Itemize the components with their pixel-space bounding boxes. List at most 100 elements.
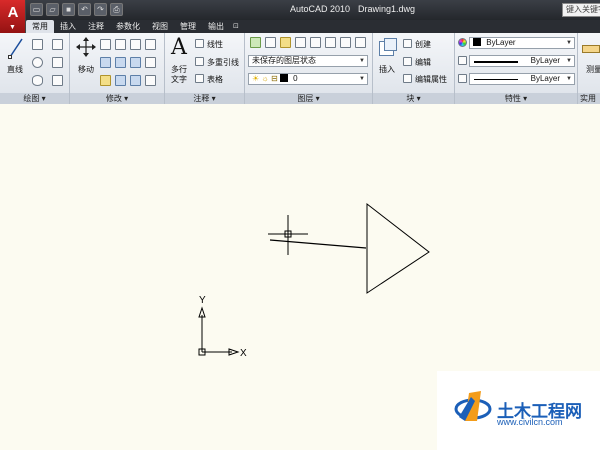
panel-properties: ByLayer ▼ ByLayer ▼ ByLayer ▼ 特性 ▾ <box>455 33 578 104</box>
chevron-down-icon: ▼ <box>359 76 365 82</box>
color-swatch <box>473 38 481 46</box>
layer-state-dropdown[interactable]: 未保存的图层状态 ▼ <box>248 55 368 67</box>
trim-icon[interactable] <box>145 57 156 68</box>
lineweight-dropdown[interactable]: ByLayer ▼ <box>469 55 575 67</box>
linetype-icon <box>458 74 467 83</box>
mtext-icon[interactable]: A <box>171 35 187 60</box>
app-title: AutoCAD 2010 <box>290 4 351 14</box>
polyline-icon[interactable] <box>32 39 43 50</box>
scale-icon[interactable] <box>115 75 126 86</box>
chevron-down-icon: ▼ <box>566 76 572 82</box>
circle-icon[interactable] <box>32 57 43 68</box>
linetype-value: ByLayer <box>530 74 560 83</box>
hatch-icon[interactable] <box>52 75 63 86</box>
layer-off-icon[interactable] <box>295 37 306 48</box>
linetype-preview <box>474 79 518 80</box>
color-value: ByLayer <box>486 38 516 47</box>
panel-title-properties[interactable]: 特性 ▾ <box>455 93 577 104</box>
color-dropdown[interactable]: ByLayer ▼ <box>469 37 575 49</box>
explode-icon[interactable] <box>130 75 141 86</box>
rectangle-icon[interactable] <box>52 57 63 68</box>
create-label[interactable]: 创建 <box>415 39 431 50</box>
watermark-logo-icon <box>454 391 492 421</box>
measure-icon[interactable] <box>582 41 600 57</box>
layer-previous-icon[interactable] <box>355 37 366 48</box>
undo-icon[interactable]: ↶ <box>78 3 91 16</box>
rotate-icon[interactable] <box>115 39 126 50</box>
copy-icon[interactable] <box>100 39 111 50</box>
move-label: 移动 <box>78 65 94 74</box>
edit-block-icon[interactable] <box>403 57 412 66</box>
tab-parametric[interactable]: 参数化 <box>110 20 146 33</box>
layer-dropdown[interactable]: ☀ ☼ ⊟ 0 ▼ <box>248 73 368 85</box>
autocad-logo-icon: A <box>7 4 19 21</box>
tab-manage[interactable]: 管理 <box>174 20 202 33</box>
panel-title-annotation[interactable]: 注释 ▾ <box>165 93 244 104</box>
create-block-icon[interactable] <box>403 39 412 48</box>
panel-utilities: 测量 实用工 <box>578 33 600 114</box>
panel-title-draw[interactable]: 绘图 ▾ <box>0 93 69 104</box>
chevron-down-icon: ▼ <box>566 40 572 46</box>
chevron-down-icon: ▼ <box>566 58 572 64</box>
chamfer-icon[interactable] <box>145 75 156 86</box>
line-entity[interactable] <box>269 239 367 249</box>
linear-dimension-icon[interactable] <box>195 39 204 48</box>
insert-block-icon[interactable] <box>378 37 398 59</box>
new-icon[interactable]: ▭ <box>30 3 43 16</box>
layer-match-icon[interactable] <box>340 37 351 48</box>
ribbon-minimize-icon[interactable]: ⊡ <box>233 20 249 33</box>
tab-annotate[interactable]: 注释 <box>82 20 110 33</box>
ellipse-icon[interactable] <box>32 75 43 86</box>
mirror-icon[interactable] <box>100 57 111 68</box>
panel-annotation: A 多行 文字 线性 多重引线 表格 注释 ▾ <box>165 33 245 104</box>
layer-state-icon[interactable] <box>265 37 276 48</box>
multileader-icon[interactable] <box>195 57 204 66</box>
arc-icon[interactable] <box>52 39 63 50</box>
triangle-entity[interactable] <box>366 202 430 294</box>
move-icon[interactable] <box>76 37 96 57</box>
layer-freeze-icon[interactable] <box>280 37 291 48</box>
plot-icon[interactable]: ⎙ <box>110 3 123 16</box>
table-icon[interactable] <box>195 74 204 83</box>
table-label[interactable]: 表格 <box>207 74 223 85</box>
lineweight-preview <box>474 61 518 63</box>
tab-view[interactable]: 视图 <box>146 20 174 33</box>
match-properties-icon[interactable] <box>458 38 467 47</box>
layer-isolate-icon[interactable] <box>310 37 321 48</box>
panel-title-modify[interactable]: 修改 ▾ <box>70 93 164 104</box>
quick-access-toolbar: ▭ ▱ ■ ↶ ↷ ⎙ <box>30 3 123 17</box>
watermark-url: www.civilcn.com <box>497 417 563 427</box>
stretch-icon[interactable] <box>130 57 141 68</box>
search-input[interactable]: 键入关键字或 <box>562 3 600 17</box>
offset-icon[interactable] <box>145 39 156 50</box>
fillet-icon[interactable] <box>115 57 126 68</box>
ucs-y-label: Y <box>199 295 206 306</box>
linear-label[interactable]: 线性 <box>207 39 223 50</box>
layer-color-swatch <box>279 74 288 82</box>
linetype-dropdown[interactable]: ByLayer ▼ <box>469 73 575 85</box>
edit-attribute-label[interactable]: 编辑属性 <box>415 74 447 85</box>
layer-properties-icon[interactable] <box>250 37 261 48</box>
panel-title-utilities[interactable]: 实用工 <box>578 93 600 114</box>
erase-icon[interactable] <box>100 75 111 86</box>
edit-label[interactable]: 编辑 <box>415 57 431 68</box>
tab-output[interactable]: 输出 <box>202 20 230 33</box>
chevron-down-icon: ▼ <box>9 24 16 31</box>
multileader-label[interactable]: 多重引线 <box>207 57 239 68</box>
array-icon[interactable] <box>130 39 141 50</box>
save-icon[interactable]: ■ <box>62 3 75 16</box>
tab-home[interactable]: 常用 <box>26 20 54 33</box>
application-menu-button[interactable]: A ▼ <box>0 0 26 36</box>
panel-draw: 直线 绘图 ▾ <box>0 33 70 104</box>
panel-title-block[interactable]: 块 ▾ <box>373 93 454 104</box>
panel-title-layers[interactable]: 图层 ▾ <box>245 93 372 104</box>
ribbon-tabs: 常用 插入 注释 参数化 视图 管理 输出 ⊡ <box>26 20 600 33</box>
redo-icon[interactable]: ↷ <box>94 3 107 16</box>
open-icon[interactable]: ▱ <box>46 3 59 16</box>
line-icon[interactable] <box>8 37 24 59</box>
tab-insert[interactable]: 插入 <box>54 20 82 33</box>
autocad-window: ▭ ▱ ■ ↶ ↷ ⎙ AutoCAD 2010 Drawing1.dwg 键入… <box>0 0 600 450</box>
edit-attribute-icon[interactable] <box>403 74 412 83</box>
layer-unisolate-icon[interactable] <box>325 37 336 48</box>
layer-lock-icon: ⊟ <box>270 74 278 83</box>
